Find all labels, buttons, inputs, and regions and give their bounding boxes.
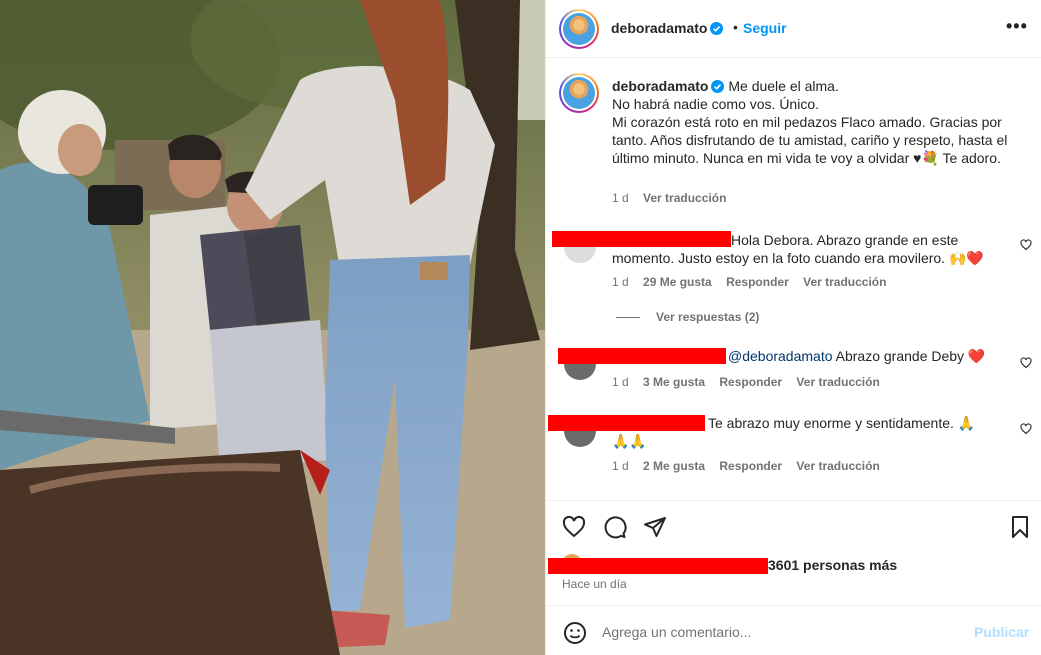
like-comment-heart-icon[interactable]	[1020, 239, 1032, 251]
comment-time[interactable]: 1 d	[612, 375, 629, 389]
comment-text-line-2: 🙏🙏	[612, 433, 647, 449]
caption-meta: 1 d Ver traducción	[612, 191, 737, 205]
comment-time[interactable]: 1 d	[612, 459, 629, 473]
post-photo[interactable]	[0, 0, 545, 655]
comment-meta: 1 d 29 Me gusta Responder Ver traducción	[612, 275, 897, 289]
caption-line-3: Mi corazón está roto en mil pedazos Flac…	[612, 114, 1008, 166]
post-side-panel: deboradamato • Seguir ••• deboradamato M…	[545, 0, 1041, 655]
verified-badge-icon	[711, 80, 725, 93]
comment-bubble-icon[interactable]	[603, 515, 627, 539]
comment-translate-link[interactable]: Ver traducción	[796, 375, 879, 389]
comment-translate-link[interactable]: Ver traducción	[803, 275, 886, 289]
post-header: deboradamato • Seguir •••	[546, 0, 1041, 58]
like-comment-heart-icon[interactable]	[1020, 357, 1032, 369]
comment-reply-link[interactable]: Responder	[719, 459, 782, 473]
emoji-picker-icon[interactable]	[563, 621, 587, 645]
caption-line-2: No habrá nadie como vos. Único.	[612, 96, 819, 112]
separator-dot: •	[733, 19, 738, 35]
post-image	[0, 0, 545, 655]
comment-translate-link[interactable]: Ver traducción	[796, 459, 879, 473]
caption-text: deboradamato Me duele el alma. No habrá …	[612, 77, 1022, 167]
comment-meta: 1 d 2 Me gusta Responder Ver traducción	[612, 459, 891, 473]
comment-reply-link[interactable]: Responder	[726, 275, 789, 289]
caption-time[interactable]: 1 d	[612, 191, 629, 205]
more-options-icon[interactable]: •••	[1006, 16, 1028, 37]
author-avatar[interactable]	[559, 9, 599, 49]
caption-translate-link[interactable]: Ver traducción	[643, 191, 726, 205]
publish-button[interactable]: Publicar	[974, 624, 1029, 640]
save-bookmark-icon[interactable]	[1008, 515, 1032, 539]
like-comment-heart-icon[interactable]	[1020, 423, 1032, 435]
view-replies-label: Ver respuestas (2)	[656, 310, 760, 324]
caption-username[interactable]: deboradamato	[612, 78, 725, 94]
comment-likes[interactable]: 3 Me gusta	[643, 375, 705, 389]
author-username[interactable]: deboradamato	[611, 20, 724, 36]
comment-text: Hola Debora. Abrazo grande en este momen…	[612, 232, 984, 266]
comments-list[interactable]: deboradamato Me duele el alma. No habrá …	[546, 59, 1041, 499]
view-replies-link[interactable]: Ver respuestas (2)	[616, 310, 759, 324]
comment-reply-link[interactable]: Responder	[719, 375, 782, 389]
mention-link[interactable]: @deboradamato	[728, 348, 833, 364]
comment-likes[interactable]: 2 Me gusta	[643, 459, 705, 473]
post-timestamp[interactable]: Hace un día	[562, 577, 627, 591]
comment-body: Abrazo grande Deby ❤️	[832, 348, 986, 364]
comment-text: @deboradamato Abrazo grande Deby ❤️	[612, 347, 1022, 365]
comment-likes[interactable]: 29 Me gusta	[643, 275, 712, 289]
comment-input[interactable]	[602, 619, 962, 645]
comment-meta: 1 d 3 Me gusta Responder Ver traducción	[612, 375, 891, 389]
replies-divider-line	[616, 317, 640, 319]
comment-time[interactable]: 1 d	[612, 275, 629, 289]
likes-summary[interactable]: 3601 personas más	[768, 557, 897, 573]
comment-text: Te abrazo muy enorme y sentidamente. 🙏	[708, 415, 976, 431]
like-heart-icon[interactable]	[562, 515, 586, 539]
add-comment-bar: Publicar	[546, 605, 1041, 655]
redacted-liker-name	[548, 558, 768, 574]
caption-author-avatar[interactable]	[559, 73, 599, 113]
action-bar: 3601 personas más Hace un día	[546, 500, 1041, 604]
share-send-icon[interactable]	[643, 515, 667, 539]
follow-button[interactable]: Seguir	[743, 20, 787, 36]
caption-line-1: Me duele el alma.	[728, 78, 839, 94]
verified-badge-icon	[710, 22, 724, 35]
